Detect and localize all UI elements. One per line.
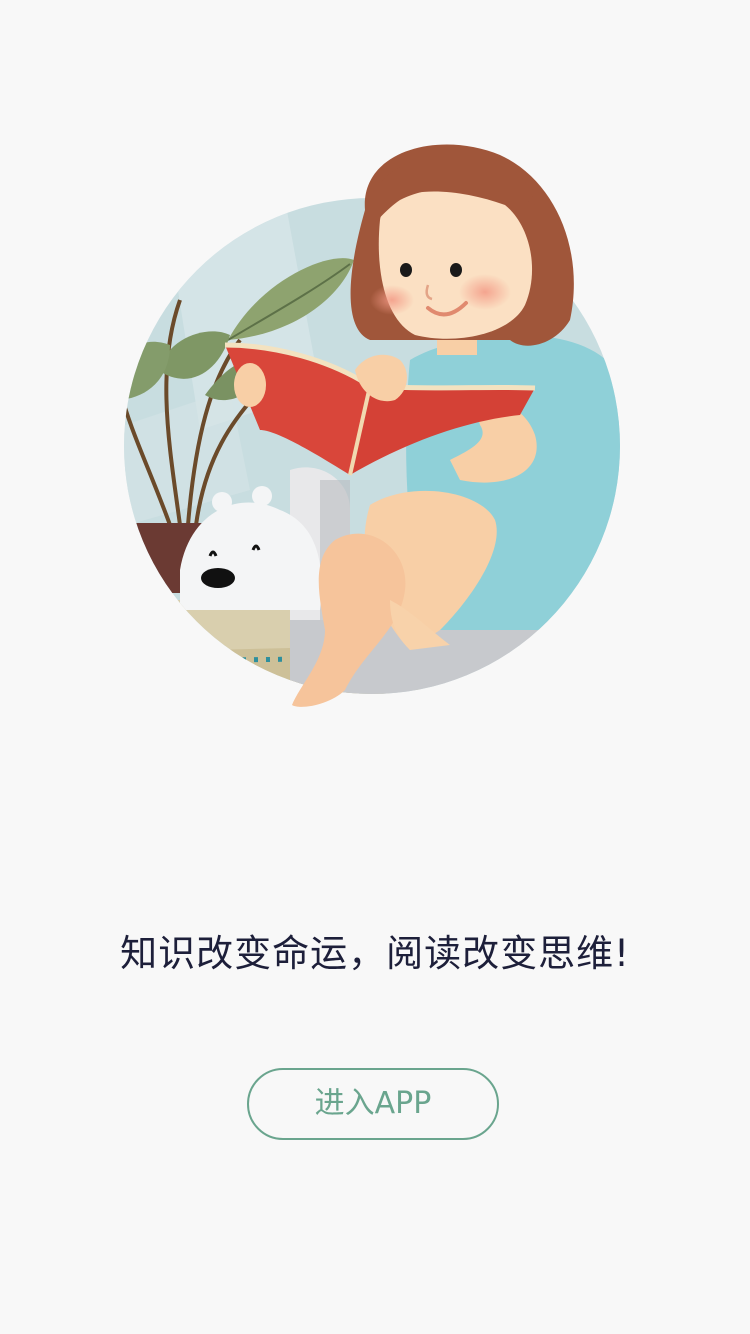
girl-reading-book-illustration [124, 144, 620, 707]
eye [400, 263, 412, 277]
eye [450, 263, 462, 277]
slogan-text: 知识改变命运，阅读改变思维! [120, 932, 630, 975]
hero-illustration [110, 130, 640, 730]
enter-app-button[interactable]: 进入APP [247, 1068, 499, 1140]
